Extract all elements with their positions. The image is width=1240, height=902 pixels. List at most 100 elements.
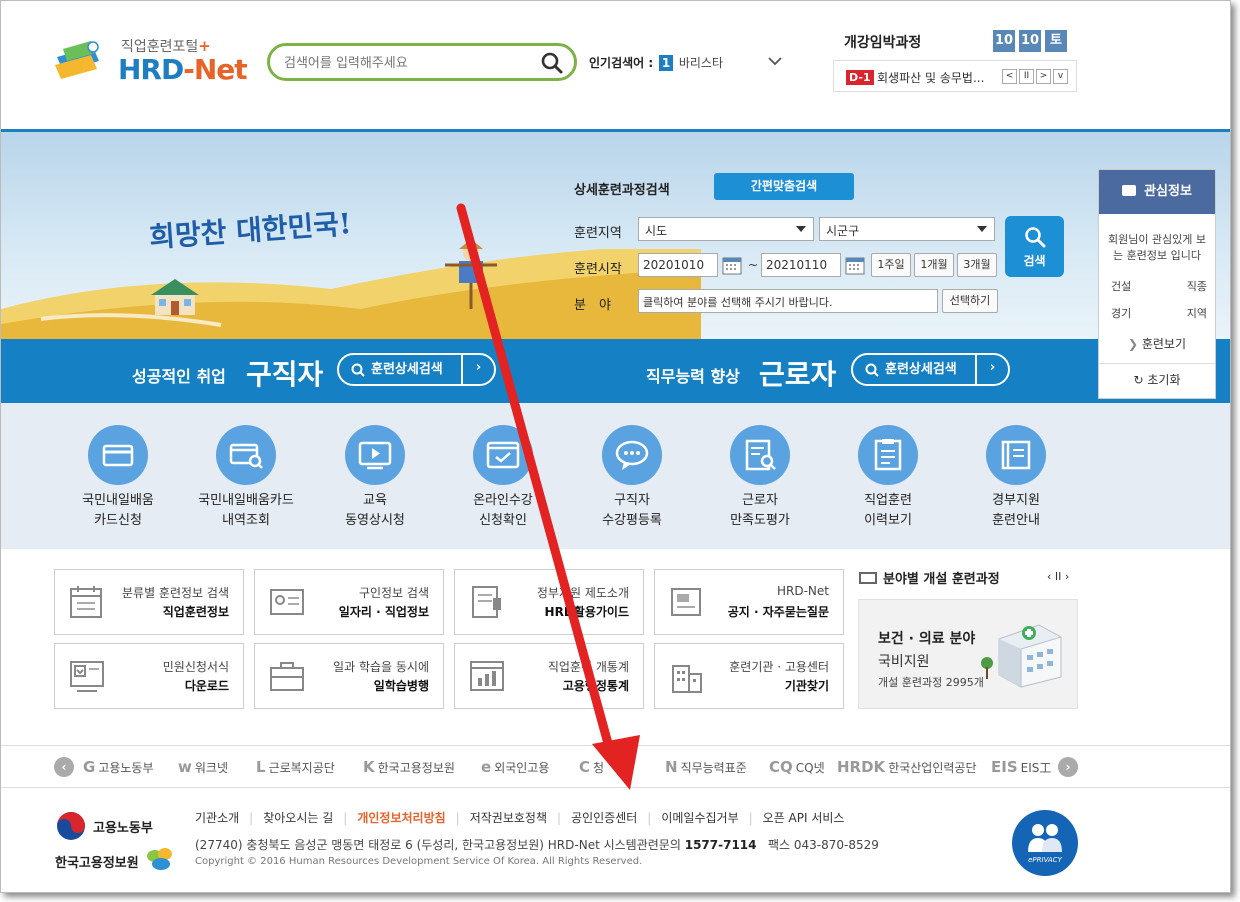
period-1week-button[interactable]: 1주일 [871,253,911,277]
ticker-next-button[interactable]: > [1036,69,1051,84]
partners-prev-button[interactable]: ‹ [54,757,74,777]
partners-next-button[interactable]: › [1058,757,1078,777]
shortcut-subtitle: HRD-Net [777,584,829,598]
reset-link[interactable]: ↻ 초기화 [1099,371,1215,388]
quick-menu-label[interactable]: 교육 동영상시청 [310,491,440,531]
shortcut-box[interactable]: 훈련기관 · 고용센터 기관찾기 [654,643,844,709]
partner-logo-icon: e [481,758,492,776]
calendar-icon[interactable] [845,255,865,275]
shortcut-box[interactable]: 분류별 훈련정보 검색 직업훈련정보 [54,569,244,635]
partner-link[interactable]: w 워크넷 [178,758,228,776]
search-icon[interactable] [540,51,564,75]
footer-org-keis[interactable]: 한국고용정보원 [55,852,139,871]
shortcut-title: HRD활용가이드 [544,605,629,619]
quick-menu-item[interactable] [216,425,276,485]
logo-title[interactable]: HRD-Net [118,53,248,86]
detail-search-button[interactable]: 검색 [1005,216,1064,277]
partner-link[interactable]: CQ CQ넷 [769,758,825,776]
partner-link[interactable]: K 한국고용정보원 [363,758,455,776]
date-month-box: 10 [993,30,1015,52]
quick-menu-item[interactable] [858,425,918,485]
footer-link[interactable]: 저작권보호정책 [470,811,547,825]
footer-link[interactable]: 공인인증센터 [571,811,637,825]
jobseeker-title: 구직자 [246,358,324,391]
chat-icon [615,440,649,470]
scarecrow-illustration [445,239,497,309]
footer-link[interactable]: 개인정보처리방침 [357,811,445,825]
footer-org-moel[interactable]: 고용노동부 [93,817,153,836]
partner-link[interactable]: G 고용노동부 [83,758,154,776]
footer-link[interactable]: 이메일수집거부 [661,811,738,825]
quick-menu-label[interactable]: 온라인수강 신청확인 [438,491,568,531]
region-sigungu-select[interactable]: 시군구 [819,217,995,241]
period-3month-button[interactable]: 3개월 [957,253,997,277]
shortcut-title: 직업훈련정보 [162,605,229,619]
ticker-more-button[interactable]: v [1053,69,1068,84]
partner-link[interactable]: N 직무능력표준 [665,758,747,776]
quick-menu-item[interactable] [730,425,790,485]
interest-title: 관심정보 [1144,184,1192,199]
footer-link[interactable]: 찾아오시는 길 [263,811,333,825]
interest-divider [1099,363,1215,364]
quick-menu-item[interactable] [345,425,405,485]
quick-menu-label[interactable]: 근로자 만족도평가 [695,491,825,531]
popular-search: 인기검색어 : 1 바리스타 [589,54,723,71]
quick-menu-label[interactable]: 구직자 수강평등록 [567,491,697,531]
partner-link[interactable]: L 근로복지공단 [256,758,335,776]
arrow-circle-icon: ❯ [1127,337,1142,351]
select-field-button[interactable]: 선택하기 [942,289,998,313]
people-icon [1028,824,1062,852]
quick-menu-item[interactable] [473,425,533,485]
region-sido-select[interactable]: 시도 [638,217,814,241]
date-to-input[interactable]: 20210110 [761,253,841,277]
hrd-logo-icon[interactable] [53,39,105,81]
notice-icon [671,588,701,616]
stats-icon [470,661,504,691]
quick-menu-item[interactable] [602,425,662,485]
partner-link[interactable]: EIS EIS工 [991,758,1051,776]
shortcut-box[interactable]: 일과 학습을 동시에 일학습병행 [254,643,444,709]
link-separator: | [455,811,460,825]
partner-link[interactable]: C청 [579,758,604,776]
shortcut-box[interactable]: 구인정보 검색 일자리 · 직업정보 [254,569,444,635]
search-input[interactable] [284,53,534,73]
field-input[interactable]: 클릭하여 분야를 선택해 주시기 바랍니다. [638,289,938,313]
quick-menu-label[interactable]: 국민내일배움카드 내역조회 [181,491,311,531]
footer-link[interactable]: 기관소개 [195,811,239,825]
footer-link[interactable]: 오픈 API 서비스 [763,811,845,825]
field-courses-controls[interactable]: ‹ II › [1047,570,1069,583]
calendar-icon[interactable] [722,255,742,275]
ticker-course-link[interactable]: 회생파산 및 송무법... [877,69,999,86]
jobseeker-search-button[interactable]: 훈련상세검색 › [337,353,496,386]
book-icon [1001,440,1031,470]
id-card-icon [270,589,304,615]
interest-panel: 관심정보 회원님이 관심있게 보는 훈련정보 입니다 건설 직종 경기 지역 ❯ 훈… [1098,169,1216,399]
eprivacy-badge[interactable]: ePRIVACY [1012,810,1078,876]
building-icon [672,665,702,693]
quick-menu-label[interactable]: 직업훈련 이력보기 [823,491,953,531]
quick-menu-label[interactable]: 경부지원 훈련안내 [951,491,1081,531]
period-1month-button[interactable]: 1개월 [914,253,954,277]
shortcut-box[interactable]: 정부지원 제도소개 HRD활용가이드 [454,569,644,635]
partner-link[interactable]: e 외국인고용 [481,758,549,776]
partner-logo-icon: HRDK [837,758,886,776]
date-from-input[interactable]: 20201010 [638,253,718,277]
ticker-prev-button[interactable]: < [1002,69,1017,84]
quick-menu-item[interactable] [88,425,148,485]
view-training-link[interactable]: ❯ 훈련보기 [1099,335,1215,352]
shortcut-subtitle: 정부지원 제도소개 [536,586,629,600]
eprivacy-label: ePRIVACY [1028,856,1062,864]
partner-link[interactable]: HRDK 한국산업인력공단 [837,758,977,776]
shortcut-box[interactable]: HRD-Net 공지 · 자주묻는질문 [654,569,844,635]
chevron-down-icon[interactable] [767,55,783,67]
ticker-pause-button[interactable]: II [1019,69,1034,84]
shortcut-box[interactable]: 직업훈련 개통계 고용행정통계 [454,643,644,709]
shortcut-box[interactable]: 민원신청서식 다운로드 [54,643,244,709]
popular-term-link[interactable]: 바리스타 [679,56,723,70]
quick-search-button[interactable]: 간편맞춤검색 [714,173,854,200]
interest-row-job: 건설 직종 [1111,280,1207,293]
quick-menu-label[interactable]: 국민내일배움 카드신청 [53,491,183,531]
calendar-icon [70,586,102,618]
quick-menu-item[interactable] [986,425,1046,485]
worker-search-button[interactable]: 훈련상세검색 › [851,353,1010,386]
